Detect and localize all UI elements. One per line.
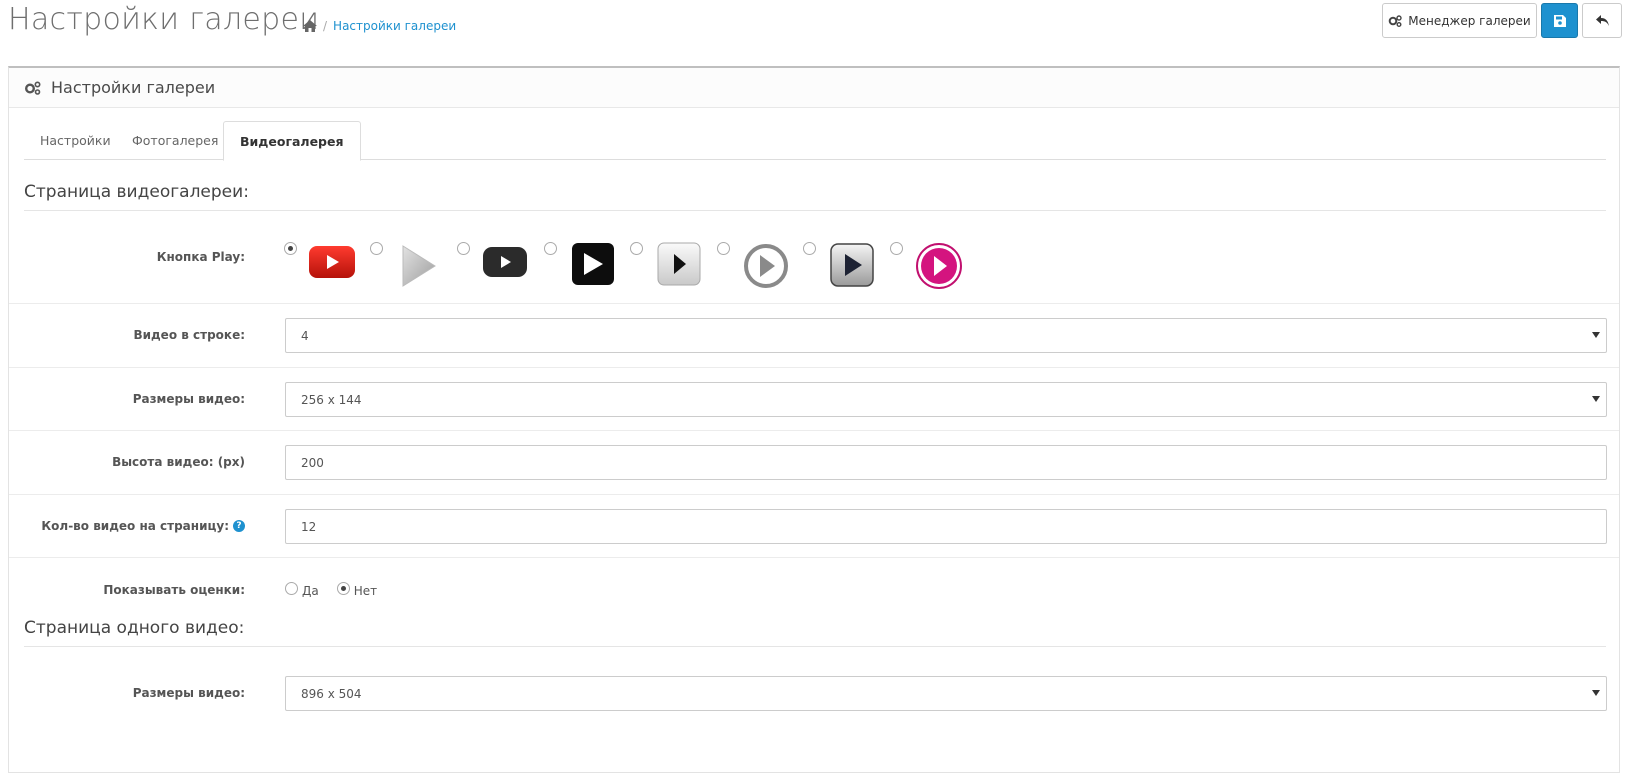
- video-height-value: 200: [301, 455, 324, 470]
- videos-per-page-value: 12: [301, 519, 317, 534]
- videos-per-row-value: 4: [301, 328, 309, 343]
- play-option-radio[interactable]: [544, 242, 557, 255]
- gallery-manager-button[interactable]: Менеджер галереи: [1382, 3, 1537, 38]
- ratings-yes-label[interactable]: Да: [302, 584, 319, 598]
- black-square-play-icon: [572, 243, 614, 285]
- videos-per-page-label-text: Кол-во видео на страницу:: [41, 519, 229, 533]
- play-button-label: Кнопка Play:: [156, 250, 245, 264]
- light-square-play-icon: [657, 242, 701, 286]
- page-header: Настройки галереи / Настройки галереи Ме…: [0, 0, 1629, 60]
- ratings-yes-radio[interactable]: [285, 581, 298, 595]
- pink-circle-play-icon: [916, 243, 962, 289]
- video-height-label: Высота видео: (px): [112, 455, 245, 469]
- gray-triangle-play-icon: [402, 245, 436, 287]
- chevron-down-icon: [1592, 690, 1600, 696]
- home-icon[interactable]: [303, 20, 317, 32]
- youtube-dark-play-icon: [483, 247, 527, 277]
- video-size-value: 256 x 144: [301, 392, 362, 407]
- play-button-row: Кнопка Play:: [9, 216, 1619, 304]
- cogs-icon: [25, 80, 41, 95]
- videos-per-page-label: Кол-во видео на страницу: ?: [41, 519, 245, 533]
- videos-per-page-row: Кол-во видео на страницу: ? 12: [9, 495, 1619, 558]
- video-size-label: Размеры видео:: [132, 392, 245, 406]
- video-height-input[interactable]: 200: [285, 445, 1607, 480]
- show-ratings-row: Показывать оценки: Да Нет: [9, 558, 1619, 608]
- single-video-size-label: Размеры видео:: [132, 686, 245, 700]
- gray-circle-play-icon: [744, 244, 788, 288]
- play-option-radio[interactable]: [284, 242, 297, 255]
- page-title: Настройки галереи: [8, 2, 320, 37]
- play-option-radio[interactable]: [630, 242, 643, 255]
- save-icon: [1553, 14, 1566, 27]
- help-icon[interactable]: ?: [233, 520, 245, 532]
- ratings-no-label[interactable]: Нет: [354, 584, 377, 598]
- video-size-select[interactable]: 256 x 144: [285, 382, 1607, 417]
- section-title-video-page: Страница видеогалереи:: [24, 182, 1606, 211]
- gallery-manager-label: Менеджер галереи: [1408, 13, 1531, 28]
- tab-video-gallery[interactable]: Видеогалерея: [223, 121, 361, 161]
- settings-panel: Настройки галереи Настройки Фотогалерея …: [8, 66, 1620, 773]
- panel-title: Настройки галереи: [51, 78, 216, 97]
- single-video-size-row: Размеры видео: 896 x 504: [9, 662, 1619, 726]
- videos-per-row-select[interactable]: 4: [285, 318, 1607, 353]
- videos-per-row-row: Видео в строке: 4: [9, 304, 1619, 368]
- breadcrumb-separator: /: [323, 19, 328, 33]
- play-option-radio[interactable]: [457, 242, 470, 255]
- play-option-radio[interactable]: [803, 242, 816, 255]
- cogs-icon: [1388, 14, 1402, 27]
- breadcrumb: / Настройки галереи: [303, 19, 456, 33]
- play-option-radio[interactable]: [717, 242, 730, 255]
- breadcrumb-link[interactable]: Настройки галереи: [333, 19, 456, 33]
- tab-bar: Настройки Фотогалерея Видеогалерея: [24, 121, 1606, 161]
- video-size-row: Размеры видео: 256 x 144: [9, 368, 1619, 431]
- tab-photo-gallery[interactable]: Фотогалерея: [116, 121, 234, 160]
- chevron-down-icon: [1592, 332, 1600, 338]
- section-title-single-video: Страница одного видео:: [24, 618, 1606, 647]
- youtube-red-play-icon: [309, 246, 355, 278]
- play-option-radio[interactable]: [890, 242, 903, 255]
- videos-per-row-label: Видео в строке:: [133, 328, 245, 342]
- dark-gradient-play-icon: [830, 243, 874, 287]
- play-option-radio[interactable]: [370, 242, 383, 255]
- videos-per-page-input[interactable]: 12: [285, 509, 1607, 544]
- show-ratings-options: Да Нет: [285, 581, 377, 598]
- single-video-size-value: 896 x 504: [301, 686, 362, 701]
- ratings-no-radio[interactable]: [336, 581, 350, 595]
- chevron-down-icon: [1592, 396, 1600, 402]
- single-video-size-select[interactable]: 896 x 504: [285, 676, 1607, 711]
- show-ratings-label: Показывать оценки:: [103, 583, 245, 597]
- tab-settings[interactable]: Настройки: [24, 121, 127, 160]
- panel-heading: Настройки галереи: [9, 68, 1619, 108]
- reply-icon: [1595, 15, 1609, 26]
- video-height-row: Высота видео: (px) 200: [9, 431, 1619, 495]
- back-button[interactable]: [1582, 3, 1622, 38]
- save-button[interactable]: [1541, 3, 1578, 38]
